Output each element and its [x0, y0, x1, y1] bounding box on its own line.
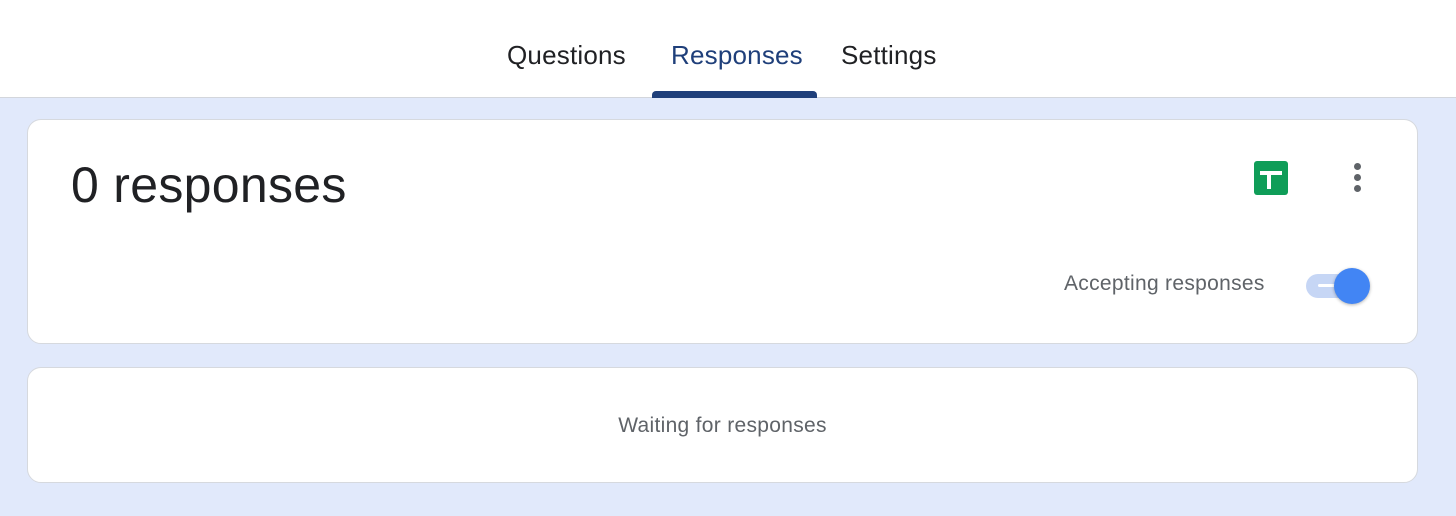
tab-settings[interactable]: Settings [841, 40, 937, 98]
accepting-responses-label: Accepting responses [1064, 272, 1265, 295]
form-tab-bar: Questions Responses Settings [0, 0, 1456, 98]
more-vert-icon[interactable] [1338, 158, 1378, 198]
active-tab-indicator [652, 91, 817, 98]
google-sheets-icon[interactable] [1254, 161, 1288, 195]
accepting-responses-toggle[interactable] [1304, 267, 1374, 307]
toggle-knob [1334, 268, 1370, 304]
response-count: 0 responses [71, 157, 347, 213]
responses-panel: 0 responses Accepting responses Waiting … [0, 98, 1456, 516]
waiting-message: Waiting for responses [618, 414, 827, 437]
tab-responses[interactable]: Responses [671, 40, 803, 98]
waiting-card: Waiting for responses [27, 367, 1418, 483]
tab-questions[interactable]: Questions [507, 40, 626, 98]
responses-summary-card: 0 responses Accepting responses [27, 119, 1418, 344]
